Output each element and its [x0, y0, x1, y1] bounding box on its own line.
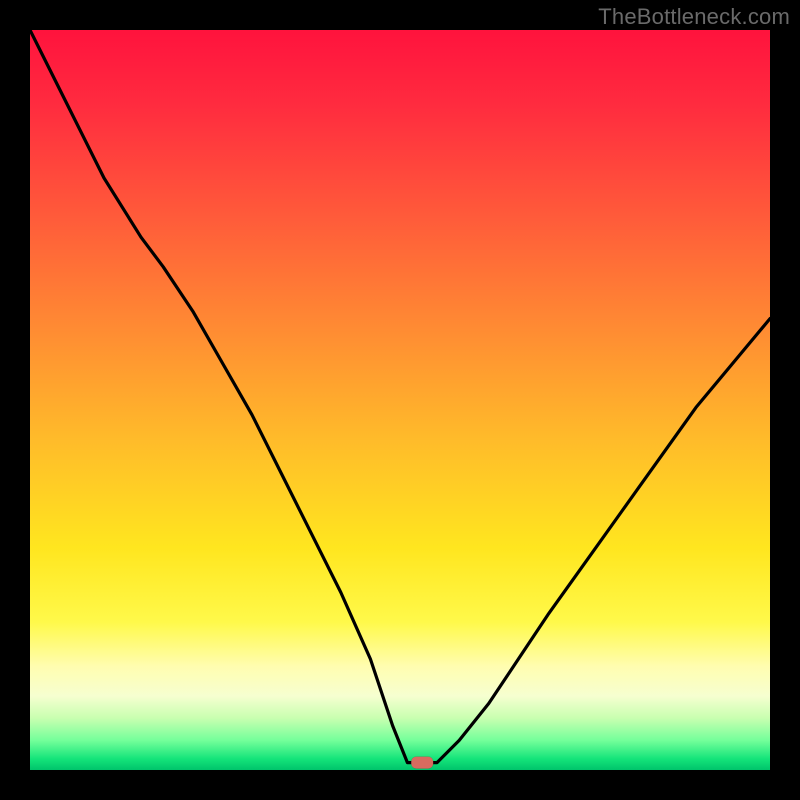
watermark-text: TheBottleneck.com — [598, 4, 790, 30]
curve-overlay — [30, 30, 770, 770]
bottleneck-curve — [30, 30, 770, 763]
plot-area — [30, 30, 770, 770]
minimum-marker — [411, 757, 433, 769]
chart-frame: TheBottleneck.com — [0, 0, 800, 800]
